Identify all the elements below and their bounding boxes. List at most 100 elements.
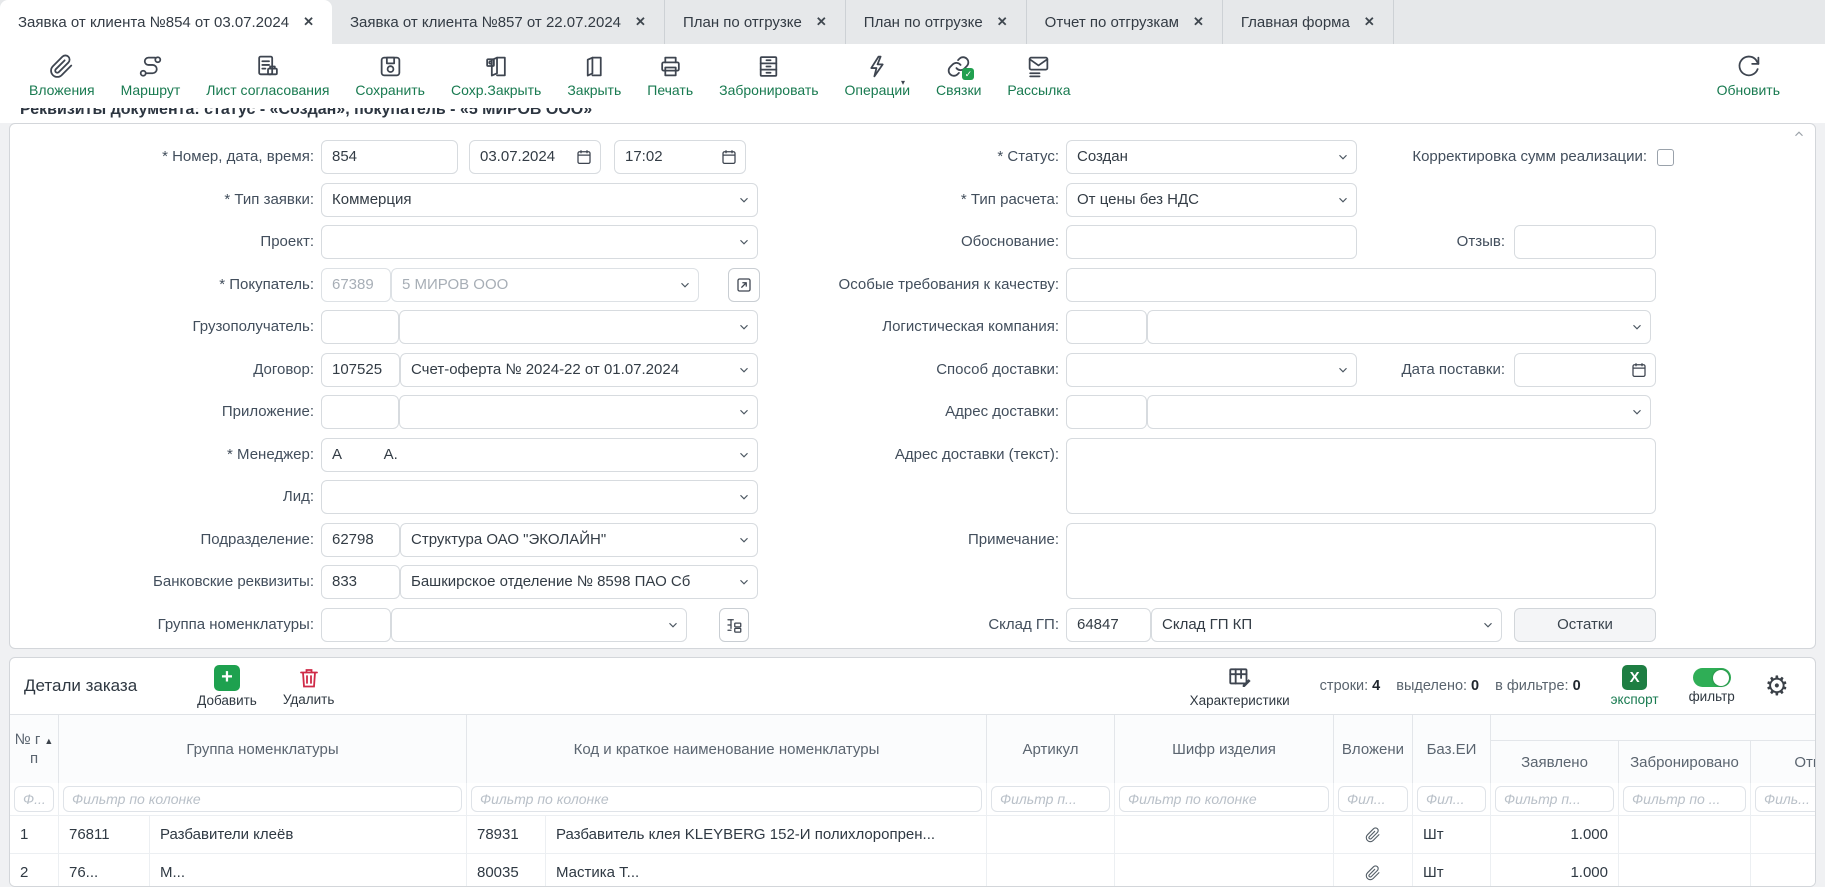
filter-input-attachments[interactable] [1338, 786, 1408, 812]
buyer-code-field[interactable]: 67389 [321, 268, 391, 302]
warehouse-code-field[interactable]: 64847 [1066, 608, 1151, 642]
add-row-button[interactable]: + Добавить [197, 665, 257, 708]
tab-shipment-plan-1[interactable]: План по отгрузке ✕ [665, 0, 846, 44]
close-icon[interactable]: ✕ [1364, 14, 1375, 30]
review-field[interactable] [1514, 225, 1656, 259]
print-button[interactable]: Печать [634, 54, 706, 98]
table-row-cell-unit[interactable]: Шт [1413, 853, 1491, 887]
table-row-cell-reserved[interactable] [1619, 815, 1751, 853]
lead-select[interactable] [321, 480, 758, 514]
note-area[interactable] [1066, 523, 1656, 599]
table-row-cell-requested[interactable]: 1.000 [1491, 853, 1619, 887]
buyer-name-select[interactable]: 5 МИРОВ ООО [391, 268, 699, 302]
table-row-cell-code[interactable]: 78931 [467, 815, 546, 853]
bank-name-select[interactable]: Башкирское отделение № 8598 ПАО Сб [400, 565, 758, 599]
column-header-requested[interactable]: Заявлено [1491, 741, 1619, 783]
column-header-code-name[interactable]: Код и краткое наименование номенклатуры [467, 715, 987, 783]
number-field[interactable]: 854 [321, 140, 458, 174]
request-type-select[interactable]: Коммерция [321, 183, 758, 217]
project-select[interactable] [321, 225, 758, 259]
manager-select[interactable]: А А. [321, 438, 758, 472]
consignee-name-select[interactable] [399, 310, 758, 344]
close-icon[interactable]: ✕ [303, 14, 314, 30]
collapse-panel-icon[interactable] [1792, 127, 1806, 141]
filter-input-base-unit[interactable] [1417, 786, 1486, 812]
close-button[interactable]: Закрыть [554, 54, 634, 98]
table-row-cell-requested[interactable]: 1.000 [1491, 815, 1619, 853]
delivery-address-select[interactable] [1147, 395, 1651, 429]
calc-type-select[interactable]: От цены без НДС [1066, 183, 1357, 217]
approval-sheet-button[interactable]: Лист согласования [193, 54, 342, 98]
table-row-cell-reserved[interactable] [1619, 853, 1751, 887]
delivery-date-field[interactable] [1514, 353, 1656, 387]
quality-requirements-field[interactable] [1066, 268, 1656, 302]
table-row-cell-cipher[interactable] [1115, 853, 1334, 887]
close-icon[interactable]: ✕ [1193, 14, 1204, 30]
filter-input-requested[interactable] [1495, 786, 1614, 812]
table-row-cell-num[interactable]: 2 [10, 853, 59, 887]
table-row-cell-article[interactable] [987, 815, 1115, 853]
table-row-cell-group-code[interactable]: 76811 [59, 815, 150, 853]
column-header-base-unit[interactable]: Баз.ЕИ [1413, 715, 1491, 783]
column-header-article[interactable]: Артикул [987, 715, 1115, 783]
filter-toggle[interactable]: фильтр [1689, 668, 1735, 704]
filter-input-group[interactable] [63, 786, 462, 812]
close-icon[interactable]: ✕ [997, 14, 1008, 30]
table-row-cell-attachment[interactable] [1334, 853, 1413, 887]
column-header-reserved[interactable]: Забронировано [1619, 741, 1751, 783]
column-header-shipped[interactable]: Отгр [1751, 741, 1816, 783]
table-row-cell-article[interactable] [987, 853, 1115, 887]
filter-input-cipher[interactable] [1119, 786, 1329, 812]
annex-name-select[interactable] [399, 395, 758, 429]
close-icon[interactable]: ✕ [635, 14, 646, 30]
remains-button[interactable]: Остатки [1514, 608, 1656, 642]
save-close-button[interactable]: Сохр.Закрыть [438, 54, 554, 98]
table-row-cell-num[interactable]: 1 [10, 815, 59, 853]
export-excel-button[interactable]: X экспорт [1611, 665, 1659, 707]
table-row-cell-shipped[interactable] [1751, 815, 1816, 853]
consignee-code-field[interactable] [321, 310, 399, 344]
route-button[interactable]: Маршрут [108, 54, 194, 98]
contract-code-field[interactable]: 107525 [321, 353, 400, 387]
filter-input-num[interactable] [14, 786, 54, 812]
nomenclature-group-select[interactable] [391, 608, 687, 642]
delivery-address-text-area[interactable] [1066, 438, 1656, 514]
table-row-cell-shipped[interactable] [1751, 853, 1816, 887]
mailing-button[interactable]: Рассылка [994, 54, 1083, 98]
column-header-num[interactable]: № г▲ п [10, 715, 59, 783]
tab-shipment-plan-2[interactable]: План по отгрузке ✕ [846, 0, 1027, 44]
operations-button[interactable]: ▾ Операции [832, 54, 924, 98]
delivery-address-code-field[interactable] [1066, 395, 1147, 429]
delete-row-button[interactable]: Удалить [283, 666, 335, 707]
tab-request-854[interactable]: Заявка от клиента №854 от 03.07.2024 ✕ [0, 0, 332, 44]
tab-request-857[interactable]: Заявка от клиента №857 от 22.07.2024 ✕ [332, 0, 665, 44]
correction-checkbox[interactable] [1657, 149, 1674, 166]
table-row-cell-unit[interactable]: Шт [1413, 815, 1491, 853]
table-row-cell-attachment[interactable] [1334, 815, 1413, 853]
column-header-attachments[interactable]: Вложени [1334, 715, 1413, 783]
division-code-field[interactable]: 62798 [321, 523, 400, 557]
division-name-select[interactable]: Структура ОАО "ЭКОЛАЙН" [400, 523, 758, 557]
warehouse-name-select[interactable]: Склад ГП КП [1151, 608, 1502, 642]
bank-code-field[interactable]: 833 [321, 565, 400, 599]
column-header-group[interactable]: Группа номенклатуры [59, 715, 467, 783]
filter-input-reserved[interactable] [1623, 786, 1746, 812]
table-row-cell-name[interactable]: Мастика Т... [546, 853, 987, 887]
tab-shipment-report[interactable]: Отчет по отгрузкам ✕ [1027, 0, 1223, 44]
gear-icon[interactable]: ⚙ [1765, 673, 1789, 700]
table-row-cell-group-name[interactable]: М... [150, 853, 467, 887]
toggle-on-icon[interactable] [1693, 668, 1731, 687]
calendar-icon[interactable] [1630, 361, 1648, 379]
filter-input-code-name[interactable] [471, 786, 982, 812]
refresh-button[interactable]: Обновить [1704, 54, 1793, 98]
table-row-cell-code[interactable]: 80035 [467, 853, 546, 887]
characteristics-button[interactable]: Характеристики [1190, 665, 1290, 708]
nomenclature-group-code-field[interactable] [321, 608, 391, 642]
table-row-cell-name[interactable]: Разбавитель клея KLEYBERG 152-И полихлор… [546, 815, 987, 853]
reserve-button[interactable]: Забронировать [706, 54, 831, 98]
table-row-cell-group-name[interactable]: Разбавители клеёв [150, 815, 467, 853]
date-field[interactable]: 03.07.2024 [469, 140, 601, 174]
filter-input-article[interactable] [991, 786, 1110, 812]
close-icon[interactable]: ✕ [816, 14, 827, 30]
contract-name-select[interactable]: Счет-оферта № 2024-22 от 01.07.2024 [400, 353, 758, 387]
